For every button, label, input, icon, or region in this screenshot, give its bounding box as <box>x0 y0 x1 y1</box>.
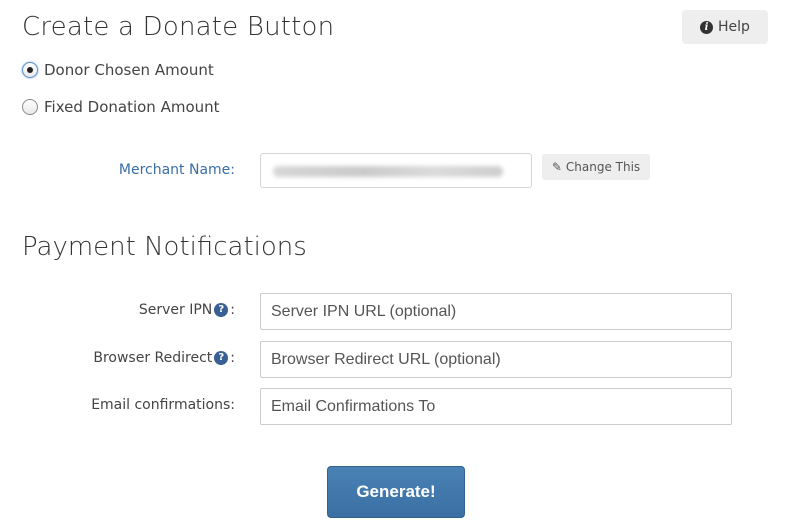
server-ipn-input[interactable] <box>260 293 732 330</box>
merchant-name-label: Merchant Name: <box>118 162 235 178</box>
edit-icon: ✎ <box>551 160 562 174</box>
radio-label: Fixed Donation Amount <box>44 98 220 116</box>
help-button-label: Help <box>718 19 750 35</box>
info-icon: i <box>700 20 714 34</box>
help-button[interactable]: i Help <box>682 10 768 44</box>
browser-redirect-label: Browser Redirect ? : <box>93 350 235 366</box>
merchant-name-field <box>260 153 532 188</box>
radio-label: Donor Chosen Amount <box>44 61 214 79</box>
question-icon[interactable]: ? <box>214 351 229 365</box>
radio-fixed-donation-amount[interactable]: Fixed Donation Amount <box>22 98 220 116</box>
page-title: Create a Donate Button <box>22 12 335 42</box>
generate-button[interactable]: Generate! <box>327 466 465 518</box>
browser-redirect-input[interactable] <box>260 341 732 378</box>
section-title-payment-notifications: Payment Notifications <box>22 232 307 262</box>
radio-unselected-icon[interactable] <box>22 99 38 115</box>
server-ipn-label: Server IPN ? : <box>138 302 235 318</box>
change-merchant-button[interactable]: ✎ Change This <box>542 154 650 180</box>
change-button-label: Change This <box>565 160 641 174</box>
email-confirmations-input[interactable] <box>260 388 732 425</box>
redacted-merchant-name <box>273 166 503 177</box>
email-confirmations-label: Email confirmations: <box>91 397 235 413</box>
radio-selected-icon[interactable] <box>22 62 38 78</box>
question-icon[interactable]: ? <box>214 303 229 317</box>
radio-donor-chosen-amount[interactable]: Donor Chosen Amount <box>22 61 214 79</box>
